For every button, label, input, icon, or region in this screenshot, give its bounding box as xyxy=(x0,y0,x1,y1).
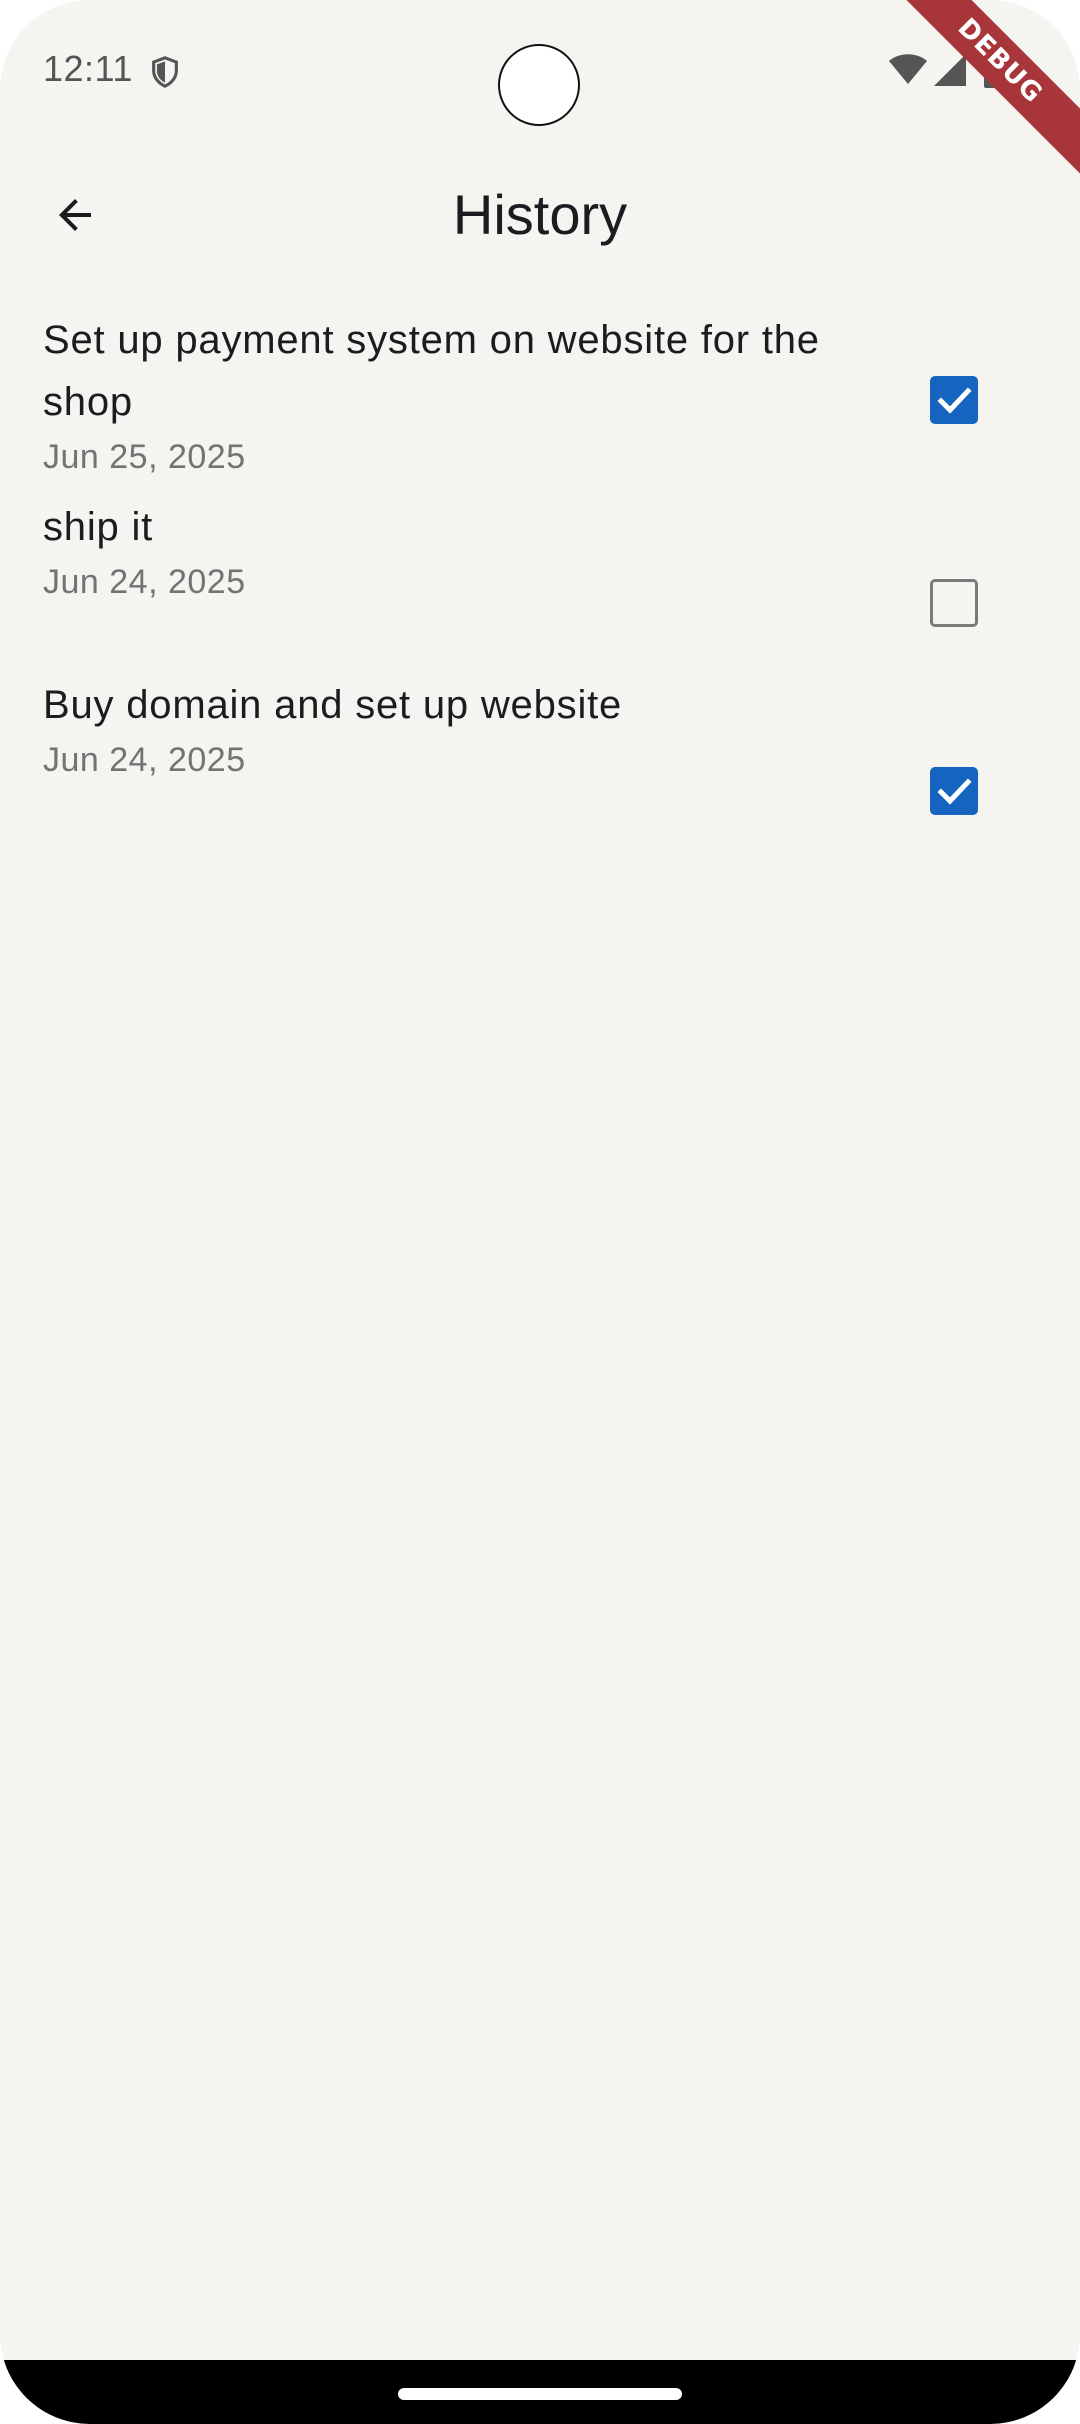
completed-checkbox[interactable] xyxy=(930,767,978,815)
wifi-icon xyxy=(889,54,927,84)
cellular-signal-icon xyxy=(934,54,966,86)
history-item-title: Buy domain and set up website xyxy=(43,683,623,727)
app-bar: History xyxy=(0,150,1080,280)
arrow-back-icon xyxy=(59,199,91,231)
history-item[interactable]: Buy domain and set up website Jun 24, 20… xyxy=(0,660,1080,835)
battery-icon xyxy=(984,50,1006,88)
history-item-date: Jun 24, 2025 xyxy=(43,741,246,779)
camera-cutout xyxy=(498,44,580,126)
page-title: History xyxy=(452,183,628,246)
status-time: 12:11 xyxy=(43,48,133,89)
system-nav-bar xyxy=(0,2360,1080,2424)
status-bar: 12:11 xyxy=(0,0,1080,140)
history-item-date: Jun 24, 2025 xyxy=(43,563,246,601)
device-screen: 12:11 DEBUG History Set up payment syste… xyxy=(0,0,1080,2424)
shield-icon xyxy=(152,56,178,88)
home-indicator[interactable] xyxy=(398,2388,682,2400)
history-item[interactable]: Set up payment system on website for the… xyxy=(0,300,1080,485)
history-list: Set up payment system on website for the… xyxy=(0,300,1080,835)
history-item-title: ship it xyxy=(43,505,154,549)
history-item-date: Jun 25, 2025 xyxy=(43,438,246,476)
back-button[interactable] xyxy=(30,170,120,260)
checkmark-icon xyxy=(937,387,972,414)
completed-checkbox[interactable] xyxy=(930,579,978,627)
completed-checkbox[interactable] xyxy=(930,376,978,424)
checkmark-icon xyxy=(937,778,972,805)
history-item-title: Set up payment system on website for the… xyxy=(43,318,820,424)
history-item[interactable]: ship it Jun 24, 2025 xyxy=(0,485,1080,660)
